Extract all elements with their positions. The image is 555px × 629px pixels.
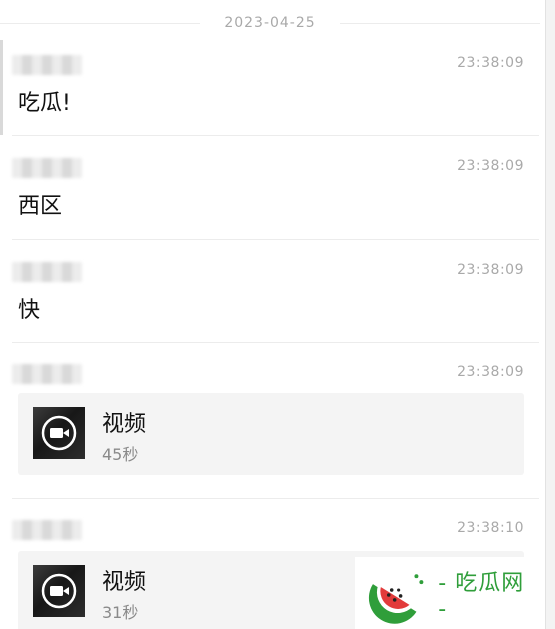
message-text: 吃瓜! bbox=[18, 91, 71, 116]
watermark-text: - 吃瓜网 - bbox=[438, 570, 525, 622]
video-thumbnail[interactable] bbox=[33, 565, 85, 617]
message-time: 23:38:09 bbox=[457, 158, 524, 174]
message-divider bbox=[12, 239, 539, 240]
message-time: 23:38:09 bbox=[457, 55, 524, 71]
sender-name-blurred bbox=[12, 158, 82, 178]
message-text: 快 bbox=[18, 298, 41, 323]
message-text: 西区 bbox=[18, 194, 63, 219]
message-time: 23:38:09 bbox=[457, 364, 524, 380]
video-card[interactable]: 视频 45秒 bbox=[18, 393, 524, 475]
message-divider bbox=[12, 498, 539, 499]
date-separator: 2023-04-25 bbox=[0, 11, 540, 35]
message-divider bbox=[12, 342, 539, 343]
message-time: 23:38:09 bbox=[457, 262, 524, 278]
date-separator-text: 2023-04-25 bbox=[224, 15, 316, 31]
watermark: - 吃瓜网 - bbox=[355, 557, 540, 629]
watermelon-logo-icon bbox=[368, 574, 424, 624]
video-camera-icon bbox=[41, 415, 77, 451]
video-label: 视频 bbox=[102, 412, 147, 437]
date-separator-line-right bbox=[339, 22, 540, 24]
video-camera-icon bbox=[41, 573, 77, 609]
date-separator-line-left bbox=[0, 22, 201, 24]
message-time: 23:38:10 bbox=[457, 520, 524, 536]
scrollbar-track[interactable] bbox=[545, 0, 555, 629]
chat-message-video[interactable]: 23:38:09 视频 45秒 bbox=[0, 364, 540, 484]
sender-name-blurred bbox=[12, 55, 82, 75]
video-label: 视频 bbox=[102, 570, 147, 595]
sender-name-blurred bbox=[12, 520, 82, 540]
message-divider bbox=[12, 135, 539, 136]
video-duration: 45秒 bbox=[102, 445, 139, 464]
video-thumbnail[interactable] bbox=[33, 407, 85, 459]
video-duration: 31秒 bbox=[102, 603, 139, 622]
sender-name-blurred bbox=[12, 364, 82, 384]
chat-message[interactable]: 23:38:09 西区 bbox=[0, 158, 540, 238]
chat-message[interactable]: 23:38:09 吃瓜! bbox=[0, 55, 540, 135]
chat-message[interactable]: 23:38:09 快 bbox=[0, 262, 540, 342]
sender-name-blurred bbox=[12, 262, 82, 282]
